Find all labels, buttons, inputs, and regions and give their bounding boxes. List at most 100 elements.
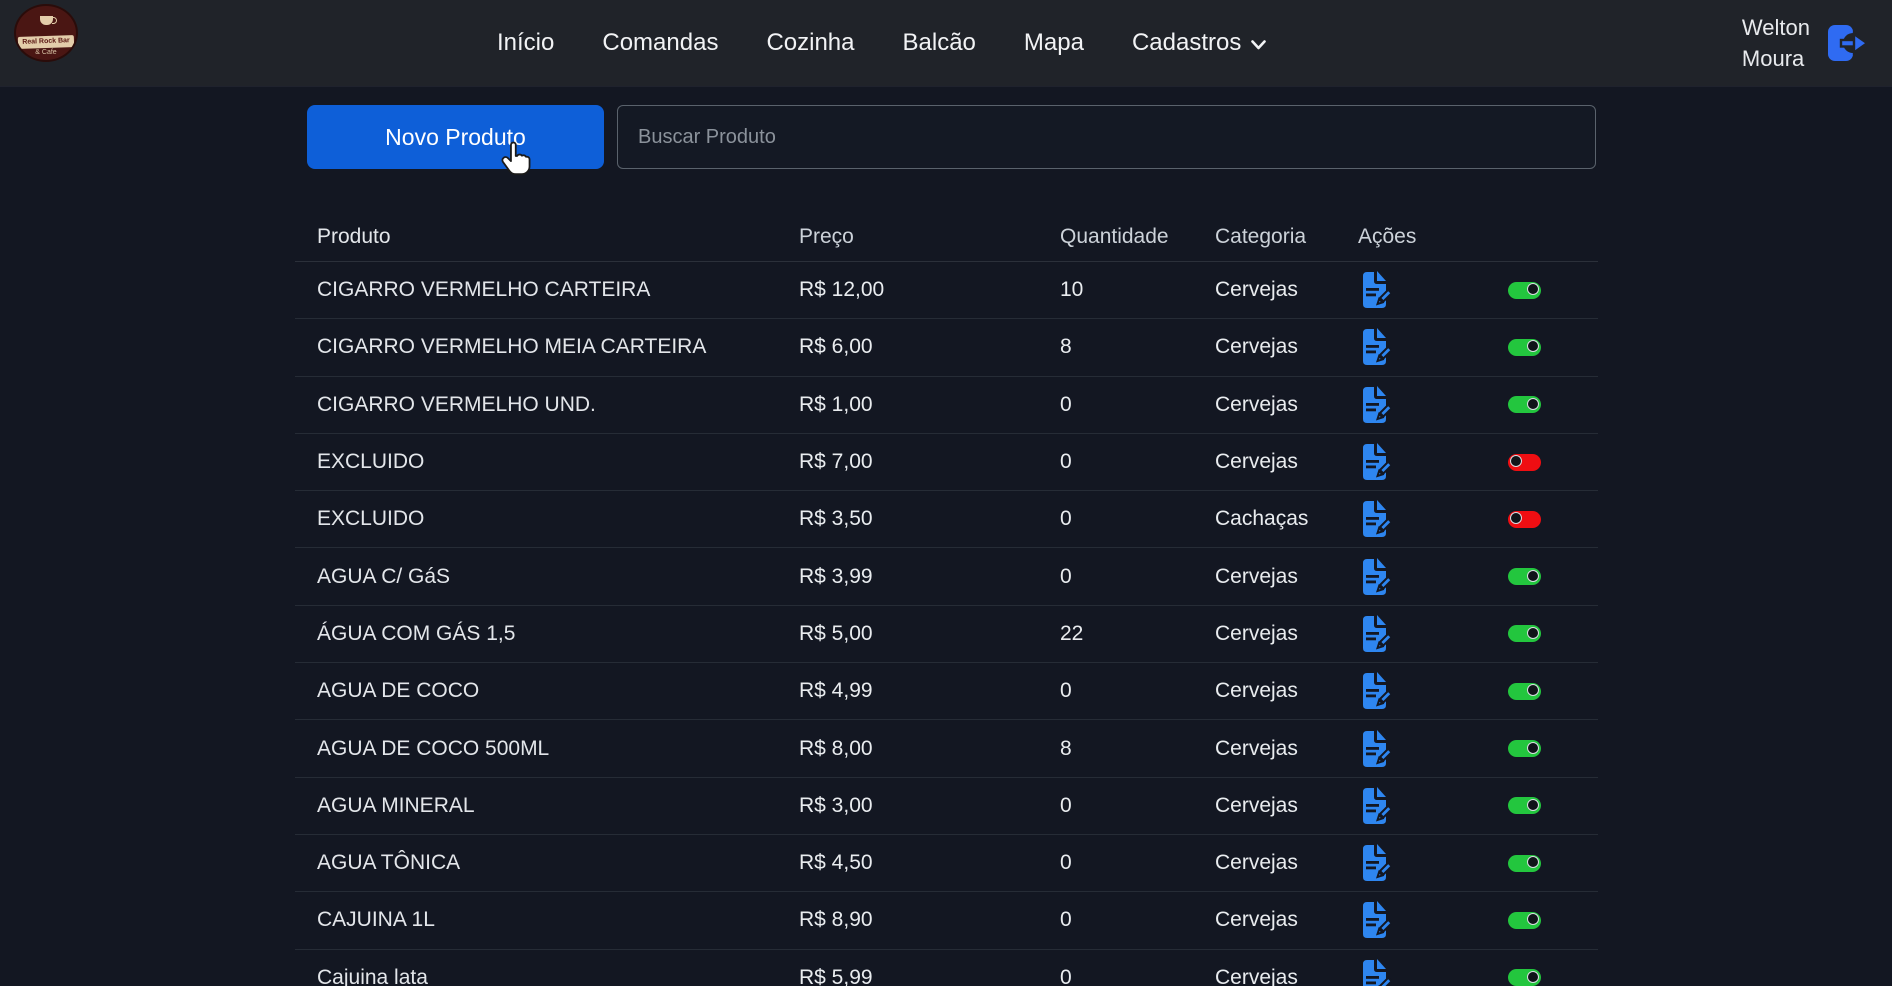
active-toggle[interactable] [1508,454,1541,471]
file-pen-icon [1358,787,1392,825]
nav-item-balcao[interactable]: Balcão [903,29,976,57]
toggle-knob [1527,627,1539,639]
cell-acoes [1358,901,1598,939]
active-toggle[interactable] [1508,511,1541,528]
table-row: EXCLUIDO R$ 7,00 0 Cervejas [295,434,1598,491]
active-toggle[interactable] [1508,855,1541,872]
cell-acoes [1358,615,1598,653]
file-pen-icon [1358,672,1392,710]
table-row: Cajuina lata R$ 5,99 0 Cervejas [295,950,1598,986]
cell-categoria: Cervejas [1215,393,1358,417]
active-toggle[interactable] [1508,969,1541,986]
cell-produto: AGUA DE COCO 500ML [295,737,799,761]
cell-categoria: Cervejas [1215,335,1358,359]
cell-acoes [1358,672,1598,710]
table-row: AGUA DE COCO R$ 4,99 0 Cervejas [295,663,1598,720]
table-header-row: Produto Preço Quantidade Categoria Ações [295,212,1598,262]
cell-preco: R$ 12,00 [799,278,1060,302]
edit-product-button[interactable] [1358,271,1392,309]
cell-quantidade: 0 [1060,966,1215,986]
cell-categoria: Cervejas [1215,737,1358,761]
active-toggle[interactable] [1508,683,1541,700]
cell-categoria: Cervejas [1215,908,1358,932]
cell-quantidade: 0 [1060,794,1215,818]
active-toggle[interactable] [1508,568,1541,585]
cell-quantidade: 0 [1060,507,1215,531]
cell-produto: EXCLUIDO [295,450,799,474]
nav-item-mapa[interactable]: Mapa [1024,29,1084,57]
brand-name: Real Rock Bar [18,35,74,49]
cell-quantidade: 0 [1060,851,1215,875]
edit-product-button[interactable] [1358,558,1392,596]
active-toggle[interactable] [1508,797,1541,814]
cell-acoes [1358,844,1598,882]
file-pen-icon [1358,615,1392,653]
active-toggle[interactable] [1508,625,1541,642]
table-row: AGUA TÔNICA R$ 4,50 0 Cervejas [295,835,1598,892]
cell-acoes [1358,500,1598,538]
file-pen-icon [1358,443,1392,481]
table-row: AGUA MINERAL R$ 3,00 0 Cervejas [295,778,1598,835]
table-row: EXCLUIDO R$ 3,50 0 Cachaças [295,491,1598,548]
edit-product-button[interactable] [1358,328,1392,366]
nav-item-comandas[interactable]: Comandas [602,29,718,57]
nav-dropdown-cadastros[interactable]: Cadastros [1132,29,1266,57]
file-pen-icon [1358,901,1392,939]
cell-categoria: Cervejas [1215,679,1358,703]
cell-preco: R$ 5,00 [799,622,1060,646]
cell-preco: R$ 8,90 [799,908,1060,932]
edit-product-button[interactable] [1358,386,1392,424]
table-row: AGUA C/ GáS R$ 3,99 0 Cervejas [295,548,1598,605]
cell-produto: CIGARRO VERMELHO MEIA CARTEIRA [295,335,799,359]
cell-quantidade: 10 [1060,278,1215,302]
cell-preco: R$ 4,50 [799,851,1060,875]
cell-quantidade: 8 [1060,737,1215,761]
toggle-knob [1527,799,1539,811]
cell-quantidade: 0 [1060,679,1215,703]
edit-product-button[interactable] [1358,959,1392,986]
user-name: Welton Moura [1742,12,1810,74]
new-product-button[interactable]: Novo Produto [307,105,604,169]
cell-preco: R$ 3,00 [799,794,1060,818]
active-toggle[interactable] [1508,740,1541,757]
edit-product-button[interactable] [1358,615,1392,653]
cell-quantidade: 22 [1060,622,1215,646]
toggle-knob [1527,684,1539,696]
toggle-knob [1527,913,1539,925]
active-toggle[interactable] [1508,282,1541,299]
col-header-categoria: Categoria [1215,225,1358,249]
cell-categoria: Cervejas [1215,565,1358,589]
logout-icon[interactable] [1824,20,1870,66]
edit-product-button[interactable] [1358,500,1392,538]
table-row: CIGARRO VERMELHO CARTEIRA R$ 12,00 10 Ce… [295,262,1598,319]
edit-product-button[interactable] [1358,787,1392,825]
edit-product-button[interactable] [1358,901,1392,939]
cell-categoria: Cervejas [1215,794,1358,818]
toggle-knob [1527,570,1539,582]
file-pen-icon [1358,271,1392,309]
edit-product-button[interactable] [1358,844,1392,882]
active-toggle[interactable] [1508,912,1541,929]
file-pen-icon [1358,386,1392,424]
cell-categoria: Cervejas [1215,622,1358,646]
cell-preco: R$ 4,99 [799,679,1060,703]
cell-produto: CIGARRO VERMELHO CARTEIRA [295,278,799,302]
active-toggle[interactable] [1508,339,1541,356]
toggle-knob [1510,512,1522,524]
toggle-knob [1527,283,1539,295]
brand-logo[interactable]: Real Rock Bar & Cafe [14,4,78,62]
col-header-quantidade: Quantidade [1060,225,1215,249]
nav-item-cozinha[interactable]: Cozinha [766,29,854,57]
cell-preco: R$ 1,00 [799,393,1060,417]
edit-product-button[interactable] [1358,730,1392,768]
edit-product-button[interactable] [1358,443,1392,481]
edit-product-button[interactable] [1358,672,1392,710]
search-input[interactable] [618,106,1595,168]
cell-quantidade: 0 [1060,393,1215,417]
table-body: CIGARRO VERMELHO CARTEIRA R$ 12,00 10 Ce… [295,262,1598,986]
nav-item-inicio[interactable]: Início [497,29,554,57]
cell-preco: R$ 3,99 [799,565,1060,589]
active-toggle[interactable] [1508,396,1541,413]
brand-subtitle: & Cafe [16,49,76,56]
toggle-knob [1527,856,1539,868]
